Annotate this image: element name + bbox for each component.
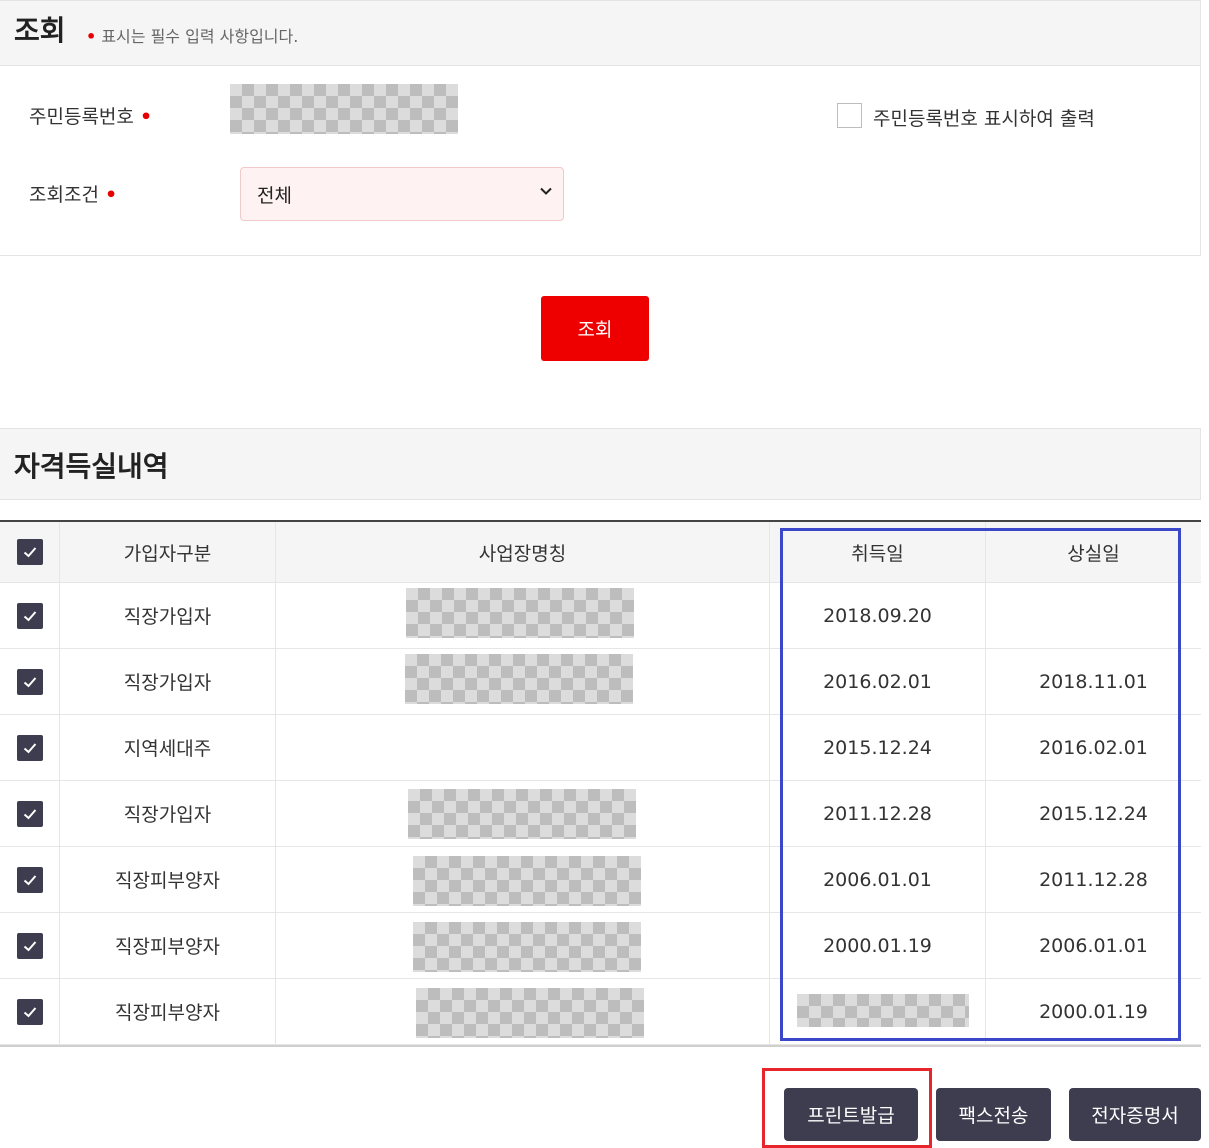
row-type: 지역세대주 [60, 715, 276, 780]
search-panel-body [0, 66, 1201, 256]
condition-select[interactable]: 전체 [240, 167, 564, 221]
row-acquired [770, 979, 986, 1044]
chevron-down-icon [540, 187, 552, 195]
row-check-cell [0, 781, 60, 846]
ssn-label-text: 주민등록번호 [29, 106, 134, 128]
row-checkbox[interactable] [16, 734, 43, 761]
history-section-title: 자격득실내역 [14, 450, 169, 483]
row-lost [986, 583, 1201, 648]
row-acquired: 2000.01.19 [770, 913, 986, 978]
row-check-cell [0, 649, 60, 714]
row-type: 직장피부양자 [60, 847, 276, 912]
workplace-masked [416, 988, 644, 1038]
row-acquired: 2018.09.20 [770, 583, 986, 648]
check-icon [23, 874, 36, 885]
history-section-header: 자격득실내역 [0, 428, 1201, 500]
row-check-cell [0, 847, 60, 912]
row-lost: 2018.11.01 [1039, 670, 1148, 693]
workplace-masked [413, 856, 641, 906]
required-note: • 표시는 필수 입력 사항입니다. [86, 23, 298, 47]
row-check-cell [0, 715, 60, 780]
row-type: 직장가입자 [60, 649, 276, 714]
ssn-print-checkbox[interactable] [837, 103, 862, 128]
condition-label: 조회조건 • [29, 180, 117, 207]
row-lost: 2006.01.01 [1039, 934, 1148, 957]
e-certificate-button[interactable]: 전자증명서 [1069, 1088, 1201, 1141]
check-icon [23, 1006, 36, 1017]
acquired-masked [797, 994, 969, 1027]
ssn-label: 주민등록번호 • [29, 102, 152, 129]
print-issue-button[interactable]: 프린트발급 [784, 1088, 918, 1141]
row-workplace [276, 913, 770, 978]
row-check-cell [0, 913, 60, 978]
check-icon [23, 940, 36, 951]
row-checkbox[interactable] [16, 602, 43, 629]
table-bottom-border [0, 1045, 1201, 1047]
row-acquired: 2016.02.01 [770, 649, 986, 714]
row-checkbox[interactable] [16, 932, 43, 959]
row-check-cell [0, 979, 60, 1044]
workplace-masked [408, 789, 636, 839]
select-all-checkbox[interactable] [16, 539, 43, 565]
condition-required-dot-icon: • [104, 184, 118, 206]
row-lost: 2000.01.19 [1039, 1000, 1148, 1023]
fax-send-button[interactable]: 팩스전송 [936, 1088, 1051, 1141]
row-lost: 2016.02.01 [1039, 736, 1148, 759]
row-workplace [276, 781, 770, 846]
check-icon [23, 742, 36, 753]
row-checkbox[interactable] [16, 866, 43, 893]
row-lost: 2015.12.24 [1039, 802, 1148, 825]
ssn-required-dot-icon: • [139, 106, 153, 128]
table-header-row: 가입자구분 사업장명칭 취득일 상실일 [0, 522, 1201, 583]
row-type: 직장가입자 [60, 583, 276, 648]
required-dot-icon: • [86, 27, 97, 46]
column-header-type: 가입자구분 [60, 522, 276, 582]
row-workplace [276, 583, 770, 648]
workplace-masked [413, 922, 641, 972]
row-lost: 2011.12.28 [1039, 868, 1148, 891]
select-all-cell [0, 522, 60, 582]
table-row: 지역세대주 2015.12.24 2016.02.01 [0, 715, 1201, 781]
column-header-acquired: 취득일 [770, 522, 986, 582]
search-panel-title: 조회 [14, 14, 66, 47]
row-type: 직장피부양자 [60, 979, 276, 1044]
workplace-masked [406, 588, 634, 638]
check-icon [23, 676, 36, 687]
row-checkbox[interactable] [16, 998, 43, 1025]
check-icon [23, 547, 36, 558]
row-workplace [276, 715, 770, 780]
row-checkbox[interactable] [16, 800, 43, 827]
table-row: 직장피부양자 2006.01.01 2011.12.28 [0, 847, 1201, 913]
row-acquired: 2015.12.24 [770, 715, 986, 780]
workplace-masked [405, 654, 633, 704]
row-type: 직장피부양자 [60, 913, 276, 978]
row-check-cell [0, 583, 60, 648]
required-note-text: 표시는 필수 입력 사항입니다. [101, 27, 299, 46]
row-workplace [276, 649, 770, 714]
ssn-print-label: 주민등록번호 표시하여 출력 [873, 108, 1095, 130]
table-row: 직장가입자 2016.02.01 2018.11.01 [0, 649, 1201, 715]
row-workplace [276, 847, 770, 912]
column-header-workplace: 사업장명칭 [276, 522, 770, 582]
column-header-lost: 상실일 [1067, 542, 1120, 565]
table-row: 직장피부양자 2000.01.19 [0, 979, 1201, 1045]
row-checkbox[interactable] [16, 668, 43, 695]
search-panel-header: 조회 • 표시는 필수 입력 사항입니다. [0, 0, 1201, 66]
check-icon [23, 808, 36, 819]
table-row: 직장가입자 2018.09.20 [0, 583, 1201, 649]
table-row: 직장가입자 2011.12.28 2015.12.24 [0, 781, 1201, 847]
row-acquired: 2006.01.01 [770, 847, 986, 912]
search-button[interactable]: 조회 [541, 296, 649, 361]
condition-label-text: 조회조건 [29, 184, 99, 206]
row-acquired: 2011.12.28 [770, 781, 986, 846]
row-type: 직장가입자 [60, 781, 276, 846]
table-row: 직장피부양자 2000.01.19 2006.01.01 [0, 913, 1201, 979]
ssn-masked-field[interactable] [230, 84, 458, 134]
check-icon [23, 610, 36, 621]
row-workplace [276, 979, 770, 1044]
condition-select-value: 전체 [257, 185, 292, 207]
